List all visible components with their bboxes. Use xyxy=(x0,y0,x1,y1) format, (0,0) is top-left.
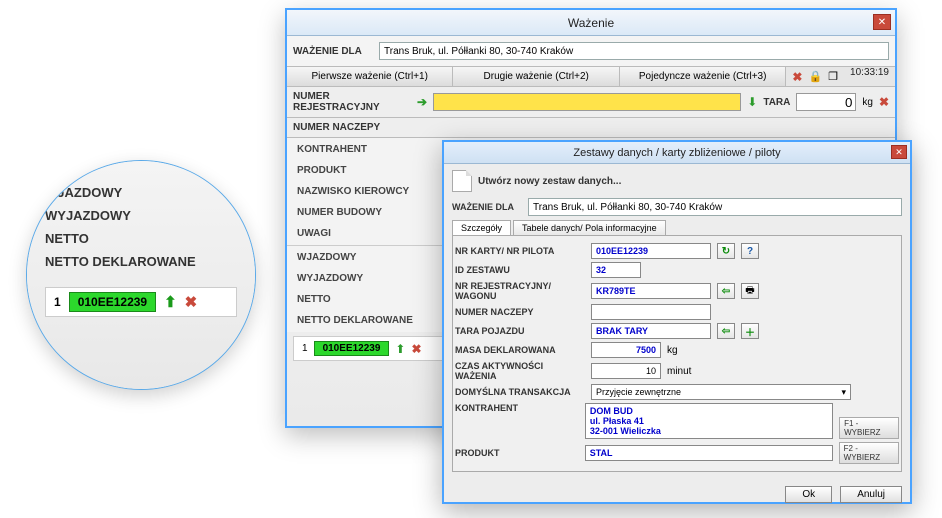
close-icon[interactable]: ✕ xyxy=(891,145,907,159)
lens-label-netto-dekl: NETTO DEKLAROWANE xyxy=(45,254,237,269)
lens-label-wjazdowy: WJAZDOWY xyxy=(45,185,237,200)
f2-select-button[interactable]: F2 - WYBIERZ xyxy=(839,442,899,464)
lens-label-wyjazdowy: WYJAZDOWY xyxy=(45,208,237,223)
numer-naczepy-label-front: NUMER NACZEPY xyxy=(455,307,585,317)
tab-tabele[interactable]: Tabele danych/ Pola informacyjne xyxy=(513,220,666,235)
chip-code[interactable]: 010EE12239 xyxy=(314,341,390,356)
tara-label: TARA xyxy=(763,97,790,108)
tab-pierwsze[interactable]: Pierwsze ważenie (Ctrl+1) xyxy=(287,67,453,86)
tab-drugie[interactable]: Drugie ważenie (Ctrl+2) xyxy=(453,67,619,86)
page-icon xyxy=(452,170,472,192)
domyslna-value: Przyjęcie zewnętrzne xyxy=(596,387,681,397)
chip-index: 1 xyxy=(302,343,308,354)
kontrahent-label-front: KONTRAHENT xyxy=(455,403,579,413)
row-delete-icon[interactable]: ✖ xyxy=(411,342,421,356)
arrow-right-icon: ➔ xyxy=(417,95,427,109)
nr-karty-label: NR KARTY/ NR PILOTA xyxy=(455,246,585,256)
numer-rejestracyjny-field[interactable] xyxy=(433,93,741,111)
magnifier-lens: WJAZDOWY WYJAZDOWY NETTO NETTO DEKLAROWA… xyxy=(26,160,256,390)
id-zestawu-label: ID ZESTAWU xyxy=(455,265,585,275)
back-arrow-icon[interactable]: ⇦ xyxy=(717,323,735,339)
tara-pojazdu-field[interactable] xyxy=(591,323,711,339)
wazenie-dla-field[interactable] xyxy=(379,42,889,60)
produkt-label-front: PRODUKT xyxy=(455,448,579,458)
clock-time: 10:33:19 xyxy=(844,67,895,86)
front-wazenie-dla-label: WAŻENIE DLA xyxy=(452,202,522,212)
print-icon[interactable]: 🖶 xyxy=(741,283,759,299)
arrow-up-icon[interactable]: ⬆ xyxy=(395,342,405,356)
kontrahent-textarea[interactable]: DOM BUD ul. Płaska 41 32-001 Wieliczka xyxy=(585,403,833,439)
plus-icon[interactable]: ＋ xyxy=(741,323,759,339)
nr-rej-label: NR REJESTRACYJNY/ WAGONU xyxy=(455,281,585,301)
tara-clear-icon[interactable]: ✖ xyxy=(879,95,889,109)
lens-label-netto: NETTO xyxy=(45,231,237,246)
copy-icon[interactable]: ❐ xyxy=(828,70,838,83)
tab-pojedyncze[interactable]: Pojedyncze ważenie (Ctrl+3) xyxy=(620,67,786,86)
numer-naczepy-field-front[interactable] xyxy=(591,304,711,320)
masa-unit: kg xyxy=(667,345,678,356)
czas-field[interactable] xyxy=(591,363,661,379)
numer-rejestracyjny-label: NUMER REJESTRACYJNY xyxy=(293,91,411,113)
anuluj-button[interactable]: Anuluj xyxy=(840,486,902,503)
front-wazenie-dla-field[interactable] xyxy=(528,198,902,216)
wazenie-dla-label: WAŻENIE DLA xyxy=(293,46,373,57)
chevron-down-icon: ▾ xyxy=(841,387,846,398)
arrow-down-icon[interactable]: ⬇ xyxy=(747,95,757,109)
title-text: Ważenie xyxy=(568,16,614,30)
tara-pojazdu-label: TARA POJAZDU xyxy=(455,326,585,336)
numer-naczepy-label: NUMER NACZEPY xyxy=(293,122,411,133)
ok-button[interactable]: Ok xyxy=(785,486,832,503)
f1-select-button[interactable]: F1 - WYBIERZ xyxy=(839,417,899,439)
id-zestawu-field[interactable] xyxy=(591,262,641,278)
front-title-text: Zestawy danych / karty zbliżeniowe / pil… xyxy=(573,147,780,159)
masa-label: MASA DEKLAROWANA xyxy=(455,345,585,355)
arrow-up-icon[interactable]: ⬆ xyxy=(164,293,177,311)
lens-chip-row: 1 010EE12239 ⬆ ✖ xyxy=(45,287,237,317)
back-arrow-icon[interactable]: ⇦ xyxy=(717,283,735,299)
delete-icon[interactable]: ✖ xyxy=(185,293,198,311)
tab-szczegoly[interactable]: Szczegóły xyxy=(452,220,511,235)
titlebar-front: Zestawy danych / karty zbliżeniowe / pil… xyxy=(444,142,910,164)
nr-rej-field[interactable] xyxy=(591,283,711,299)
window-zestawy: Zestawy danych / karty zbliżeniowe / pil… xyxy=(442,140,912,504)
tara-field[interactable] xyxy=(796,93,856,111)
lock-icon[interactable]: 🔒 xyxy=(808,70,822,83)
lens-chip-index: 1 xyxy=(54,295,61,309)
domyslna-select[interactable]: Przyjęcie zewnętrzne ▾ xyxy=(591,384,851,400)
delete-icon[interactable]: ✖ xyxy=(792,70,802,84)
close-icon[interactable]: ✕ xyxy=(873,14,891,30)
domyslna-label: DOMYŚLNA TRANSAKCJA xyxy=(455,387,585,397)
help-icon[interactable]: ? xyxy=(741,243,759,259)
nr-karty-field[interactable] xyxy=(591,243,711,259)
masa-field[interactable] xyxy=(591,342,661,358)
czas-unit: minut xyxy=(667,366,691,377)
refresh-icon[interactable]: ↻ xyxy=(717,243,735,259)
tara-unit: kg xyxy=(862,97,873,108)
titlebar-back: Ważenie ✕ xyxy=(287,10,895,36)
lens-chip-code[interactable]: 010EE12239 xyxy=(69,292,156,312)
czas-label: CZAS AKTYWNOŚCI WAŻENIA xyxy=(455,361,585,381)
produkt-field[interactable] xyxy=(585,445,833,461)
front-subhead: Utwórz nowy zestaw danych... xyxy=(478,176,621,187)
